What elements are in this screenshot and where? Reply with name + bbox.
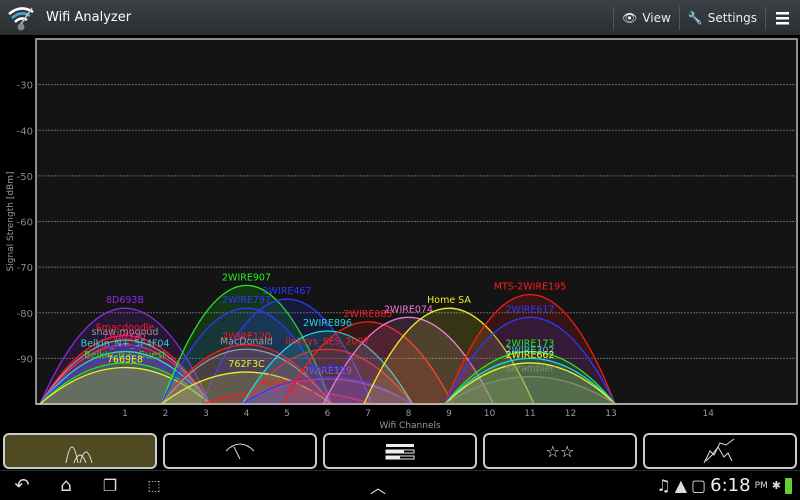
network-label: Applejacks <box>261 377 312 388</box>
x-tick-label: 10 <box>484 409 496 419</box>
x-tick-label: 4 <box>244 409 250 419</box>
network-label: 2WIRE617 <box>506 304 555 315</box>
network-label: 2WIRE662 <box>506 350 555 361</box>
eye-icon: 👁 <box>622 10 638 25</box>
tab-time-graph[interactable] <box>643 433 797 469</box>
network-label: MacDonald <box>220 336 273 347</box>
network-label: 2WIRE907 <box>222 272 271 283</box>
settings-button[interactable]: 🔧 Settings <box>678 5 765 30</box>
notification-icon: ▢ <box>691 476 707 495</box>
view-button[interactable]: 👁 View <box>613 5 679 30</box>
network-label: Roofing <box>310 364 346 375</box>
expand-button[interactable]: ︿ <box>356 474 400 498</box>
network-label: 762F3C <box>228 359 265 370</box>
gauge-icon <box>225 443 255 460</box>
overflow-menu-button[interactable] <box>765 5 800 30</box>
x-tick-label: 14 <box>702 409 714 419</box>
tab-channel-rating[interactable]: ☆☆ <box>483 433 637 469</box>
recent-apps-icon: ❐ <box>102 476 118 495</box>
y-tick-label: -40 <box>17 126 33 137</box>
tab-access-points[interactable] <box>323 433 477 469</box>
x-tick-label: 11 <box>524 409 535 419</box>
channel-graph-icon <box>65 446 93 464</box>
x-tick-label: 1 <box>122 409 128 419</box>
x-tick-label: 9 <box>446 409 452 419</box>
x-axis-label: Wifi Channels <box>379 421 441 431</box>
channel-graph: -30-40-50-60-70-80-901 2 3 4 5 6 7 8 9 10 11 12 13 14… <box>6 38 798 431</box>
back-button[interactable]: ↶ <box>0 475 44 496</box>
y-tick-label: -70 <box>17 263 33 274</box>
recent-apps-button[interactable]: ❐ <box>88 476 132 495</box>
network-label: 7669E8 <box>107 355 143 366</box>
screenshot-button[interactable]: ⬚ <box>132 478 176 494</box>
system-navigation-bar: ↶ ⌂ ❐ ⬚ ︿ ♫ ▲ ▢ 6:18 PM ✱ <box>0 470 800 500</box>
y-tick-label: -30 <box>17 81 33 92</box>
x-tick-label: 6 <box>325 409 331 419</box>
network-label: Scrambler <box>506 364 555 375</box>
stars-icon: ☆☆ <box>545 441 575 461</box>
network-label: 2WIRE467 <box>263 286 312 297</box>
music-icon: ♫ <box>656 476 671 495</box>
y-tick-label: -60 <box>17 218 33 229</box>
x-tick-label: 3 <box>203 409 209 419</box>
y-tick-label: -50 <box>17 172 33 183</box>
screenshot-icon: ⬚ <box>147 477 161 494</box>
x-tick-label: 2 <box>163 409 169 419</box>
view-tabs: ☆☆ <box>0 433 800 469</box>
chevron-up-icon: ︿ <box>369 477 386 497</box>
ampm: PM <box>754 480 768 491</box>
back-icon: ↶ <box>14 475 30 496</box>
action-bar: Wifi Analyzer 👁 View 🔧 Settings <box>0 0 800 35</box>
x-tick-label: 5 <box>284 409 290 419</box>
warning-icon: ▲ <box>674 476 688 495</box>
home-button[interactable]: ⌂ <box>44 475 88 496</box>
time-graph-icon <box>703 438 735 464</box>
app-title: Wifi Analyzer <box>46 10 132 25</box>
home-icon: ⌂ <box>60 475 72 496</box>
tab-channel-graph[interactable] <box>3 433 157 469</box>
wifi-analyzer-logo-icon <box>8 6 34 30</box>
network-label: linksys_SES_2097 <box>285 336 369 347</box>
view-label: View <box>642 10 671 25</box>
menu-icon <box>776 11 789 24</box>
network-label: 2WIRE074 <box>384 304 433 315</box>
x-tick-label: 7 <box>365 409 371 419</box>
x-tick-label: 12 <box>565 409 576 419</box>
list-icon <box>385 444 415 460</box>
y-tick-label: -90 <box>17 354 33 365</box>
network-label: Home SA <box>427 295 471 306</box>
battery-icon <box>785 477 792 494</box>
y-tick-label: -80 <box>17 309 33 320</box>
bluetooth-icon: ✱ <box>771 479 781 492</box>
y-axis-label: Signal Strength [dBm] <box>6 172 16 272</box>
network-label: MTS-2WIRE195 <box>494 282 566 293</box>
network-label: 8D693B <box>106 295 144 306</box>
settings-label: Settings <box>707 10 757 25</box>
clock: 6:18 <box>710 475 751 496</box>
x-tick-label: 8 <box>406 409 412 419</box>
x-tick-label: 13 <box>605 409 616 419</box>
wrench-icon: 🔧 <box>687 10 703 25</box>
tab-signal-meter[interactable] <box>163 433 317 469</box>
